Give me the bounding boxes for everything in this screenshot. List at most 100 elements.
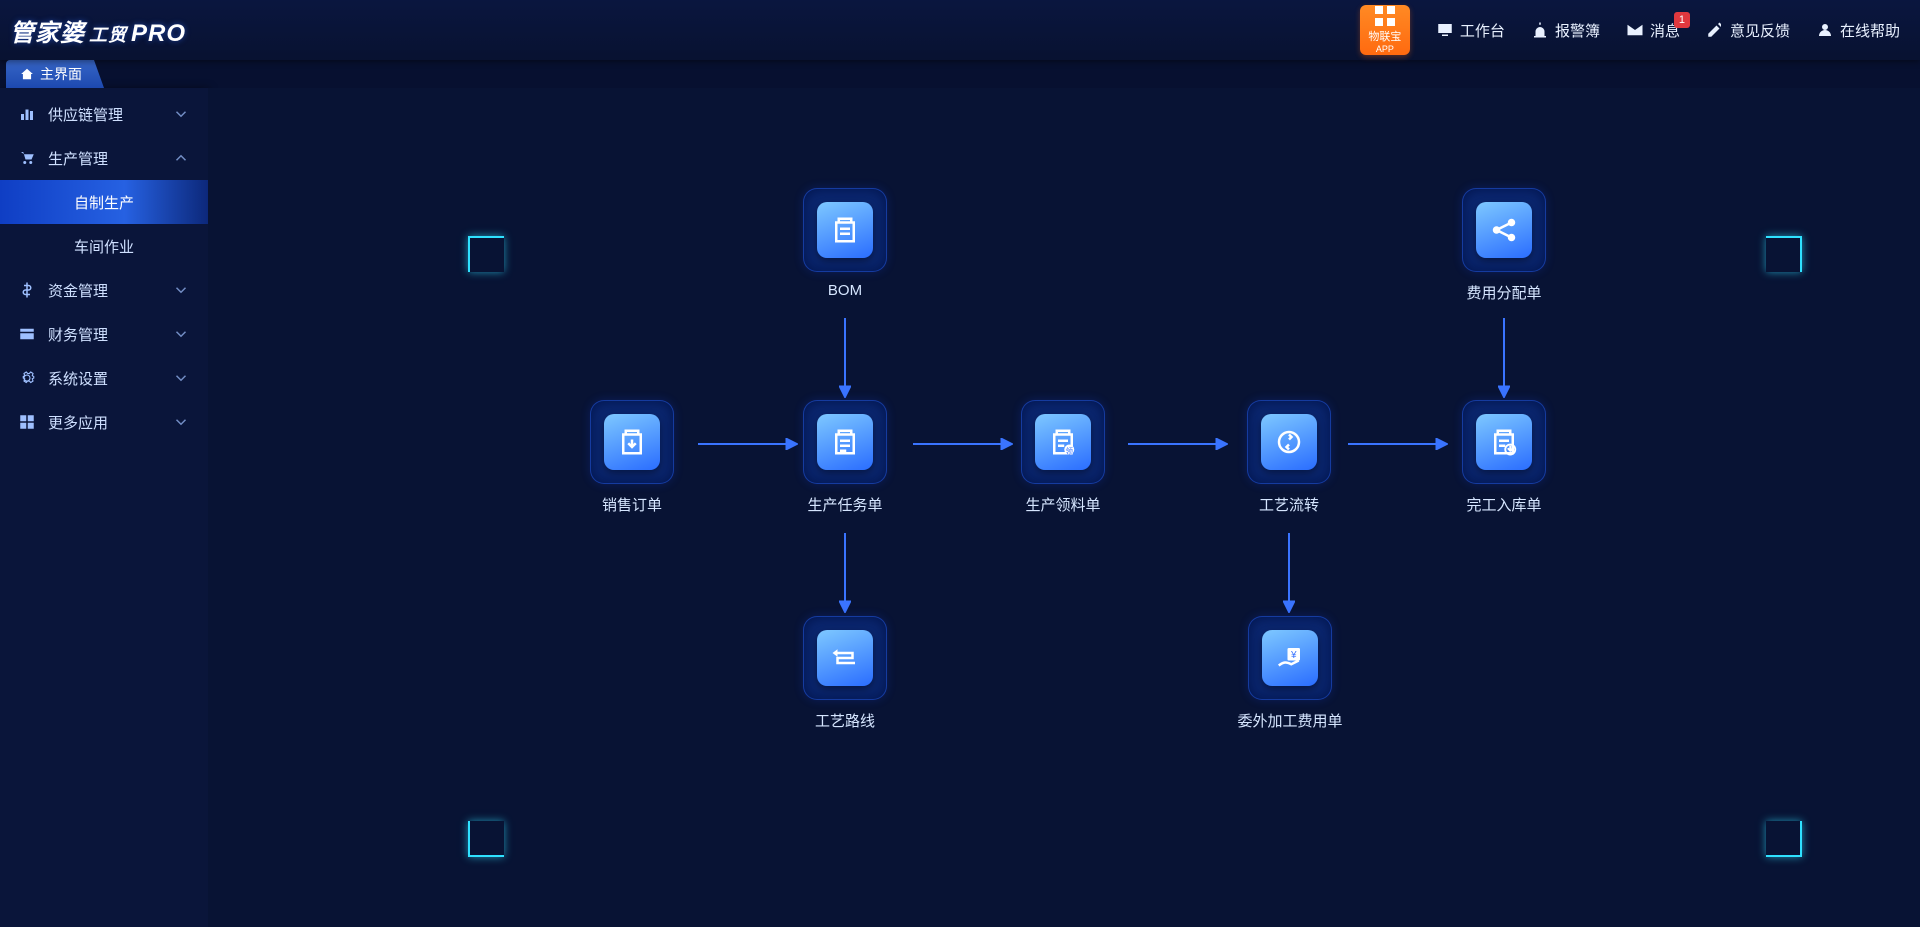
clipboard-download-icon <box>617 427 647 457</box>
flow-node-expense-alloc[interactable]: 费用分配单 <box>1459 188 1549 303</box>
flow-node-label: 生产任务单 <box>800 494 890 515</box>
edit-icon <box>1706 21 1724 39</box>
top-links: 物联宝 APP 工作台 报警簿 消息 1 意见反馈 在线帮助 <box>1360 5 1900 55</box>
flow-node-label: 销售订单 <box>587 494 677 515</box>
share-icon <box>1489 215 1519 245</box>
siren-icon <box>1531 21 1549 39</box>
navcat-label: 系统设置 <box>48 368 108 389</box>
monitor-icon <box>1436 21 1454 39</box>
top-link-label: 在线帮助 <box>1840 20 1900 41</box>
navsub-label: 自制生产 <box>74 192 134 213</box>
arrow <box>698 438 798 450</box>
gear-icon <box>18 369 36 387</box>
flow-node-process-route[interactable]: 工艺路线 <box>800 616 890 731</box>
navcat-funds[interactable]: 资金管理 <box>0 268 208 312</box>
navsub-label: 车间作业 <box>74 236 134 257</box>
home-icon <box>20 67 34 81</box>
navcat-supply-chain[interactable]: 供应链管理 <box>0 92 208 136</box>
top-link-help[interactable]: 在线帮助 <box>1816 20 1900 41</box>
app-download-badge[interactable]: 物联宝 APP <box>1360 5 1410 55</box>
brand-edition: PRO <box>131 20 186 48</box>
frame-corner <box>468 821 504 857</box>
tab-main[interactable]: 主界面 <box>6 60 104 88</box>
main: 供应链管理 生产管理 自制生产 车间作业 资金管理 财务管理 系统设置 <box>0 88 1920 927</box>
navcat-label: 更多应用 <box>48 412 108 433</box>
tab-label: 主界面 <box>40 64 82 84</box>
logo: 管家婆 工贸 PRO <box>10 13 186 48</box>
top-link-messages[interactable]: 消息 1 <box>1626 20 1680 41</box>
mail-icon <box>1626 21 1644 39</box>
flow-node-label: 工艺流转 <box>1244 494 1334 515</box>
chevron-up-icon <box>172 149 190 167</box>
flow-node-prod-pick[interactable]: 领 生产领料单 <box>1018 400 1108 515</box>
flow-node-finish-in[interactable]: 完工入库单 <box>1459 400 1549 515</box>
arrow <box>839 533 851 613</box>
navcat-finance[interactable]: 财务管理 <box>0 312 208 356</box>
top-link-label: 工作台 <box>1460 20 1505 41</box>
cart-icon <box>18 149 36 167</box>
flow-node-label: 完工入库单 <box>1459 494 1549 515</box>
navcat-label: 生产管理 <box>48 148 108 169</box>
arrow <box>913 438 1013 450</box>
ledger-icon <box>18 325 36 343</box>
chevron-down-icon <box>172 105 190 123</box>
flow-node-label: BOM <box>800 282 890 299</box>
brand-suite: 工贸 <box>89 21 127 47</box>
flow-node-label: 工艺路线 <box>800 710 890 731</box>
svg-text:¥: ¥ <box>1290 650 1297 661</box>
flow-node-outsource-fee[interactable]: ¥ 委外加工费用单 <box>1236 616 1344 731</box>
apps-icon <box>18 413 36 431</box>
chevron-down-icon <box>172 369 190 387</box>
app-badge-sub: APP <box>1376 44 1394 54</box>
flow-node-label: 费用分配单 <box>1459 282 1549 303</box>
top-link-workbench[interactable]: 工作台 <box>1436 20 1505 41</box>
tab-strip: 主界面 <box>0 60 1920 88</box>
arrow <box>1283 533 1295 613</box>
clipboard-list-icon <box>830 427 860 457</box>
qr-icon <box>1375 6 1395 26</box>
arrow <box>1128 438 1228 450</box>
arrow <box>1348 438 1448 450</box>
flow-node-process-flow[interactable]: 工艺流转 <box>1244 400 1334 515</box>
flow-node-label: 生产领料单 <box>1018 494 1108 515</box>
sidebar: 供应链管理 生产管理 自制生产 车间作业 资金管理 财务管理 系统设置 <box>0 88 208 927</box>
chevron-down-icon <box>172 413 190 431</box>
flow-node-prod-task[interactable]: 生产任务单 <box>800 400 890 515</box>
brand-name: 管家婆 <box>10 13 85 48</box>
flow-node-bom[interactable]: BOM <box>800 188 890 299</box>
flow-node-sales-order[interactable]: 销售订单 <box>587 400 677 515</box>
clipboard-icon <box>830 215 860 245</box>
clipboard-tag-icon: 领 <box>1048 427 1078 457</box>
frame-corner <box>1766 821 1802 857</box>
navcat-label: 供应链管理 <box>48 104 123 125</box>
arrow <box>1498 318 1510 398</box>
navcat-settings[interactable]: 系统设置 <box>0 356 208 400</box>
gear-cycle-icon <box>1274 427 1304 457</box>
chevron-down-icon <box>172 281 190 299</box>
messages-badge: 1 <box>1674 12 1690 28</box>
navcat-more-apps[interactable]: 更多应用 <box>0 400 208 444</box>
clipboard-in-icon <box>1489 427 1519 457</box>
hand-yen-icon: ¥ <box>1275 643 1305 673</box>
chart-icon <box>18 105 36 123</box>
topbar: 管家婆 工贸 PRO 物联宝 APP 工作台 报警簿 消息 1 意见反馈 在线帮… <box>0 0 1920 60</box>
chevron-down-icon <box>172 325 190 343</box>
frame-corner <box>468 236 504 272</box>
navcat-label: 财务管理 <box>48 324 108 345</box>
top-link-alarms[interactable]: 报警簿 <box>1531 20 1600 41</box>
svg-text:领: 领 <box>1066 445 1074 455</box>
dollar-icon <box>18 281 36 299</box>
frame-corner <box>1766 236 1802 272</box>
user-icon <box>1816 21 1834 39</box>
top-link-label: 报警簿 <box>1555 20 1600 41</box>
navcat-label: 资金管理 <box>48 280 108 301</box>
flow-canvas: BOM 销售订单 生产任务单 领 生产领料单 工艺流转 完工入库单 费用分配单 <box>208 88 1920 927</box>
navsub-workshop[interactable]: 车间作业 <box>0 224 208 268</box>
top-link-feedback[interactable]: 意见反馈 <box>1706 20 1790 41</box>
navsub-self-production[interactable]: 自制生产 <box>0 180 208 224</box>
arrow <box>839 318 851 398</box>
app-badge-label: 物联宝 <box>1368 28 1401 44</box>
route-icon <box>830 643 860 673</box>
navcat-production[interactable]: 生产管理 <box>0 136 208 180</box>
flow-node-label: 委外加工费用单 <box>1236 710 1344 731</box>
